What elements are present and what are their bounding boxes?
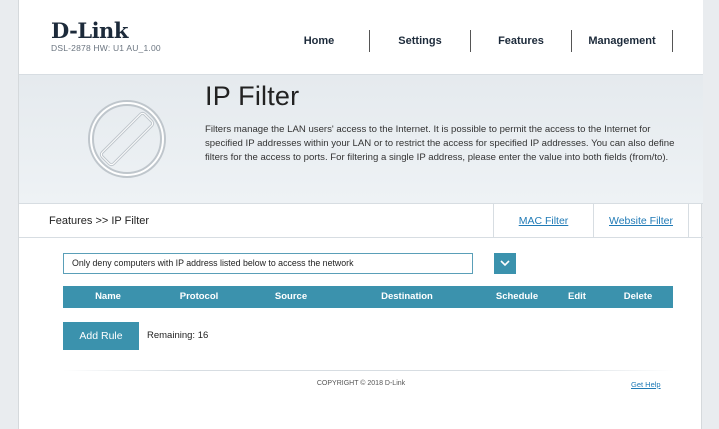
nav-management[interactable]: Management <box>572 30 672 52</box>
column-header-schedule: Schedule <box>495 291 539 302</box>
copyright: COPYRIGHT © 2018 D-Link <box>316 380 406 387</box>
nav-home[interactable]: Home <box>269 30 369 52</box>
column-header-edit: Edit <box>568 291 586 302</box>
nav-settings[interactable]: Settings <box>370 30 470 52</box>
column-header-protocol: Protocol <box>179 291 219 302</box>
tab-website-filter[interactable]: Website Filter <box>593 204 689 238</box>
rules-table-header: Name Protocol Source Destination Schedul… <box>63 286 673 308</box>
page-description: Filters manage the LAN users' access to … <box>205 124 675 163</box>
nav-features[interactable]: Features <box>471 30 571 52</box>
footer-divider <box>63 370 673 371</box>
sub-header: Features >> IP Filter MAC Filter Website… <box>19 204 703 238</box>
device-info: DSL-2878 HW: U1 AU_1.00 <box>51 43 161 53</box>
add-rule-button[interactable]: Add Rule <box>63 322 139 350</box>
tab-mac-filter[interactable]: MAC Filter <box>493 204 593 238</box>
column-header-delete: Delete <box>623 291 653 302</box>
column-header-source: Source <box>274 291 308 302</box>
column-header-name: Name <box>95 291 121 302</box>
filter-mode-value: Only deny computers with IP address list… <box>72 258 354 268</box>
prohibited-icon <box>83 95 171 183</box>
page-banner: IP Filter Filters manage the LAN users' … <box>19 74 703 204</box>
page-frame: D-Link DSL-2878 HW: U1 AU_1.00 Home Sett… <box>18 0 703 429</box>
page-title: IP Filter <box>205 81 300 111</box>
breadcrumb: Features >> IP Filter <box>49 215 150 227</box>
header: D-Link DSL-2878 HW: U1 AU_1.00 Home Sett… <box>19 0 703 74</box>
get-help-link[interactable]: Get Help <box>631 380 661 389</box>
nav-divider <box>672 30 673 52</box>
column-header-destination: Destination <box>381 291 433 302</box>
main-nav: Home Settings Features Management <box>269 30 673 52</box>
remaining-count: Remaining: 16 <box>147 330 209 341</box>
filter-mode-select[interactable]: Only deny computers with IP address list… <box>63 253 516 274</box>
logo-text: D-Link <box>51 18 128 43</box>
chevron-down-icon[interactable] <box>494 253 516 274</box>
dlink-logo: D-Link DSL-2878 HW: U1 AU_1.00 <box>51 18 161 54</box>
